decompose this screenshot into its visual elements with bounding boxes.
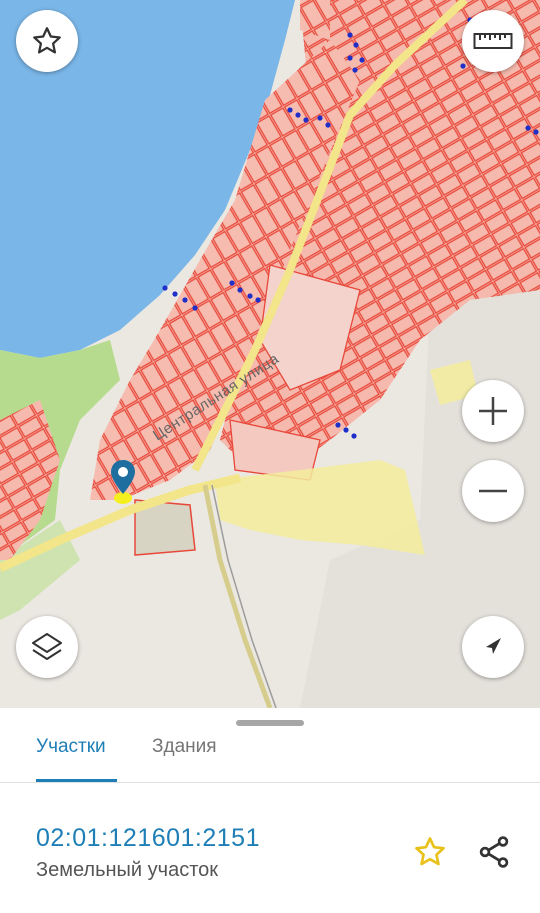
zoom-in-button[interactable] (462, 380, 524, 442)
tab-parcels[interactable]: Участки (36, 736, 106, 758)
favorite-map-button[interactable] (16, 10, 78, 72)
location-pin-icon (111, 460, 135, 494)
star-outline-icon (33, 27, 61, 54)
zoom-out-button[interactable] (462, 460, 524, 522)
sheet-drag-handle[interactable] (236, 720, 304, 726)
tab-buildings[interactable]: Здания (152, 736, 217, 758)
layers-button[interactable] (16, 616, 78, 678)
navigation-arrow-icon (486, 638, 501, 654)
parcel-type: Земельный участок (36, 859, 219, 881)
add-favorite-button[interactable] (410, 832, 450, 872)
plus-icon (479, 397, 507, 425)
share-icon (479, 836, 509, 868)
minus-icon (479, 489, 507, 493)
share-button[interactable] (472, 832, 516, 872)
tab-bar: Участки Здания (0, 732, 540, 783)
star-outline-icon (415, 837, 445, 866)
layers-icon (32, 633, 62, 660)
parcel-number[interactable]: 02:01:121601:2151 (36, 824, 260, 853)
ruler-button[interactable] (462, 10, 524, 72)
map-view[interactable]: Центральная улица (0, 0, 540, 708)
active-tab-indicator (36, 779, 117, 782)
ruler-icon (473, 33, 513, 49)
locate-button[interactable] (462, 616, 524, 678)
bottom-sheet: Участки Здания 02:01:121601:2151 Земельн… (0, 708, 540, 913)
